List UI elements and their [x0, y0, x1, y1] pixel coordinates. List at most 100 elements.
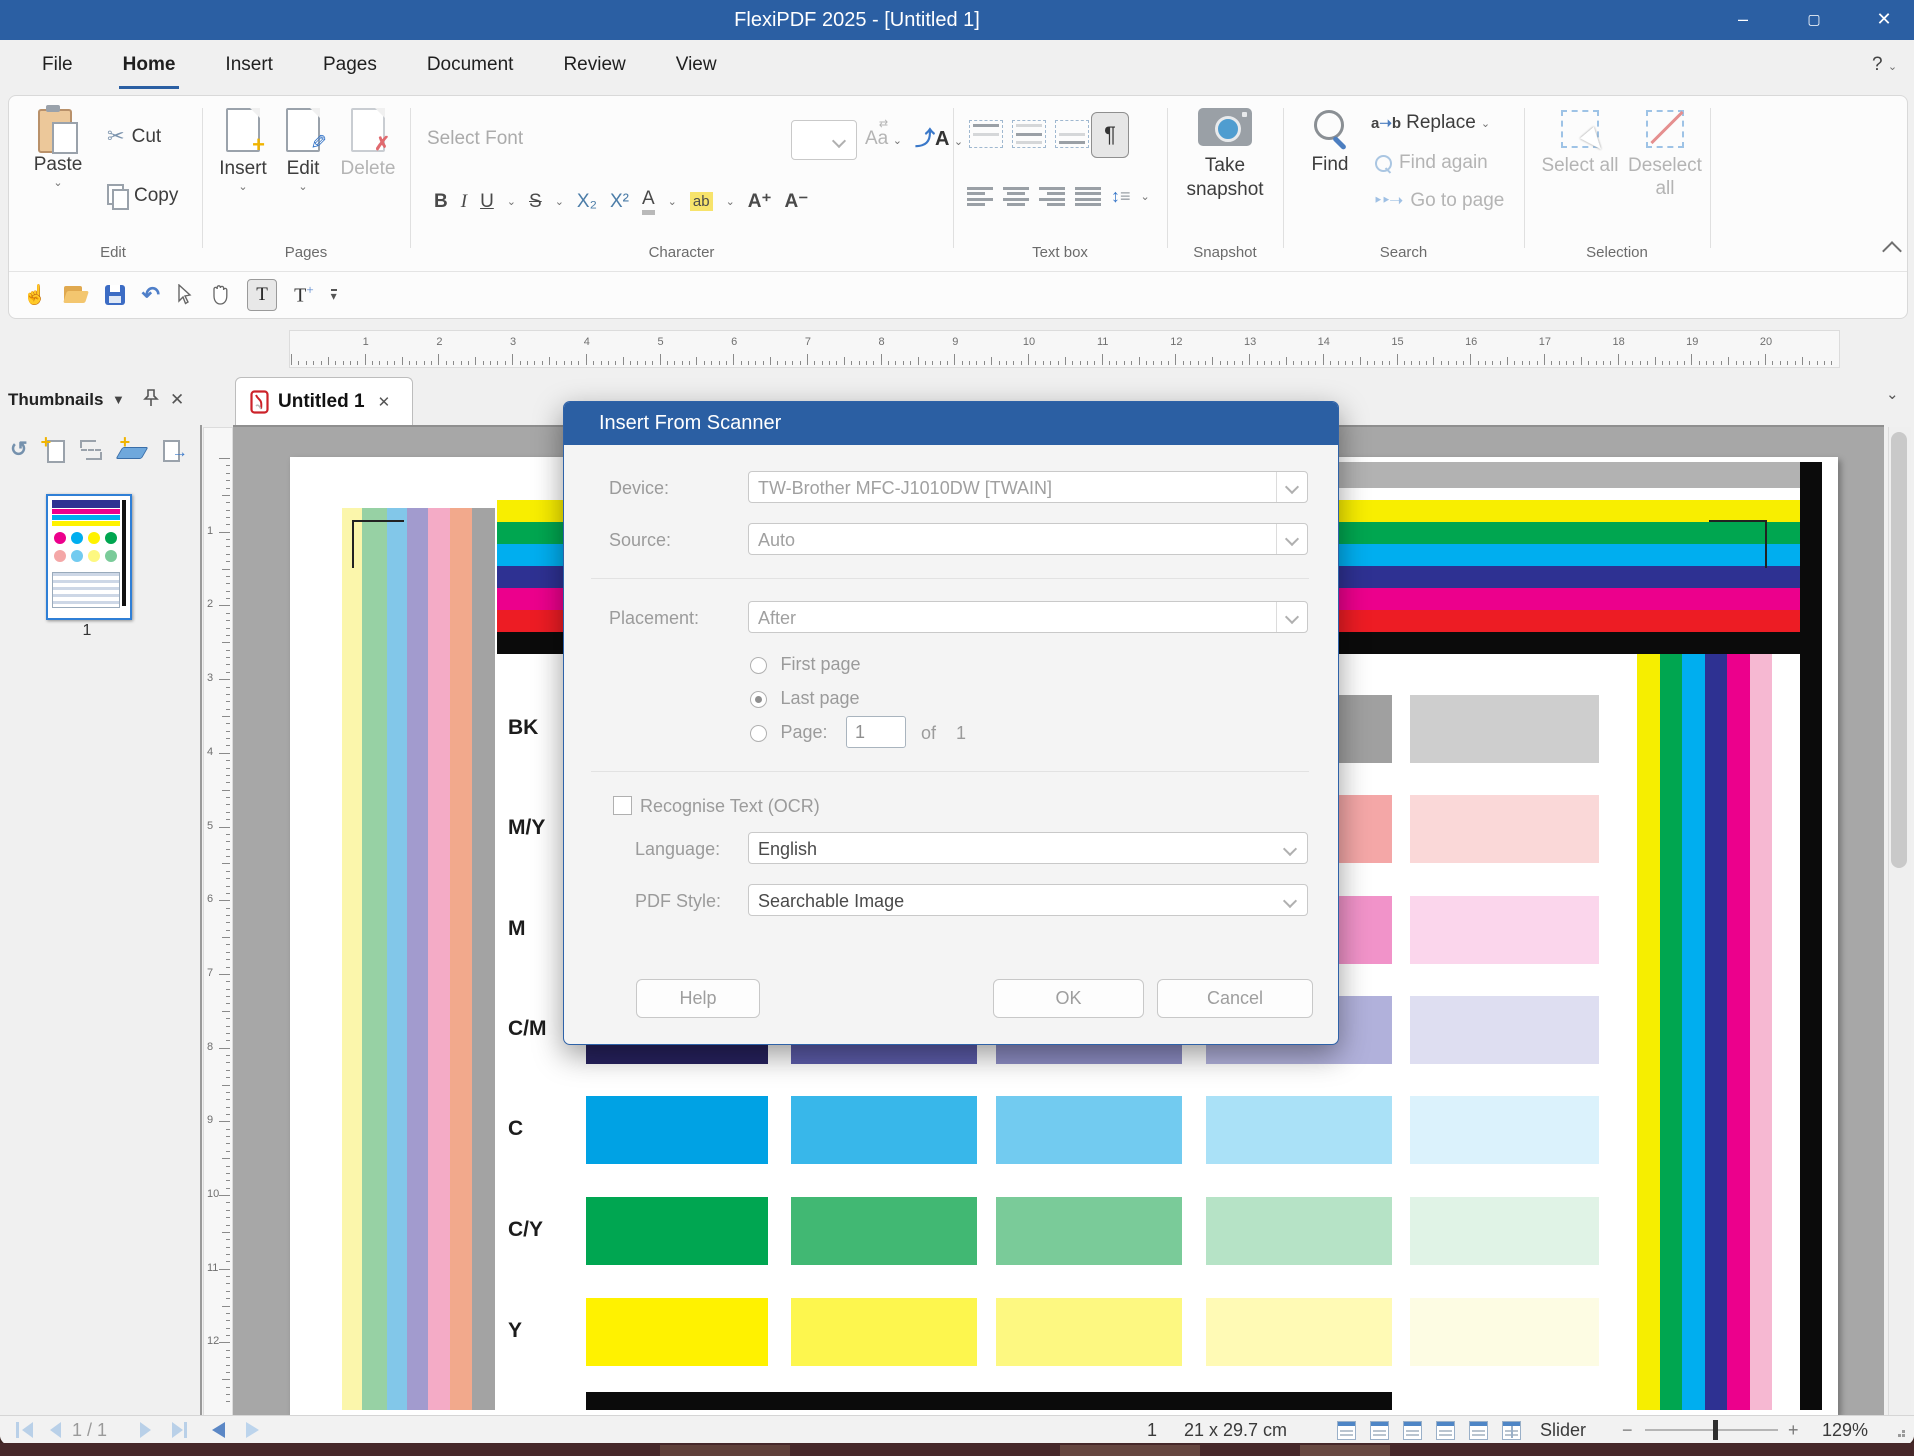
text-direction-button[interactable]: ⤴A ⌄	[915, 122, 963, 151]
menu-view[interactable]: View	[672, 54, 721, 89]
strikethrough-button[interactable]: S	[529, 191, 542, 213]
delete-page-button[interactable]: ✗ Delete	[335, 108, 401, 180]
font-size-field[interactable]	[791, 120, 857, 160]
highlight-button[interactable]: ab	[690, 192, 713, 211]
page-number-input[interactable]: 1	[846, 716, 906, 748]
add-text-tool-icon[interactable]: T+	[294, 282, 314, 308]
ocr-checkbox[interactable]	[613, 796, 632, 815]
align-center-icon[interactable]	[1003, 187, 1029, 207]
insert-page-button[interactable]: + Insert ⌄	[214, 108, 272, 193]
font-color-button[interactable]: A	[642, 188, 655, 215]
zoom-in-button[interactable]: +	[1788, 1420, 1799, 1441]
book-view-icon[interactable]	[1502, 1421, 1521, 1440]
collapse-ribbon-icon[interactable]	[1882, 241, 1902, 261]
page-radio[interactable]: Page:	[750, 722, 828, 746]
placement-select[interactable]: After	[748, 601, 1308, 633]
new-page-icon[interactable]: +	[44, 438, 64, 462]
scan-page-icon[interactable]: +	[118, 439, 146, 461]
align-middle-icon[interactable]	[1012, 120, 1046, 148]
deselect-all-button[interactable]: Deselect all	[1623, 110, 1707, 200]
panel-divider[interactable]	[200, 425, 202, 1415]
paste-button[interactable]: Paste ⌄	[27, 106, 89, 189]
take-snapshot-button[interactable]: Take snapshot	[1175, 108, 1275, 202]
help-menu[interactable]: ? ⌄	[1872, 54, 1897, 76]
save-icon[interactable]	[105, 285, 125, 305]
first-page-radio[interactable]: First page	[750, 654, 861, 678]
last-page-nav-icon[interactable]	[172, 1422, 183, 1438]
next-page-nav-icon[interactable]	[140, 1422, 151, 1438]
menu-pages[interactable]: Pages	[319, 54, 381, 89]
align-justify-icon[interactable]	[1075, 187, 1101, 207]
line-spacing-icon[interactable]: ↕≡	[1111, 186, 1131, 207]
font-name-field[interactable]: Select Font	[427, 128, 523, 150]
change-case-button[interactable]: ⇄ Aa ⌄	[865, 120, 902, 150]
select-all-button[interactable]: Select all	[1541, 110, 1619, 177]
help-button[interactable]: Help	[636, 979, 760, 1018]
menu-home[interactable]: Home	[119, 54, 180, 89]
bold-button[interactable]: B	[434, 191, 448, 213]
align-top-icon[interactable]	[969, 120, 1003, 148]
close-panel-icon[interactable]: ✕	[170, 390, 184, 410]
zoom-slider-handle[interactable]	[1713, 1420, 1718, 1440]
cut-button[interactable]: ✂ Cut	[107, 124, 161, 149]
subscript-button[interactable]: X₂	[577, 191, 597, 213]
actual-size-view-icon[interactable]	[1337, 1421, 1356, 1440]
scrollbar-thumb[interactable]	[1891, 432, 1907, 868]
menu-insert[interactable]: Insert	[221, 54, 277, 89]
minimize-button[interactable]: –	[1728, 6, 1758, 32]
text-tool-toggle[interactable]: T	[247, 279, 277, 311]
facing-pages-view-icon[interactable]	[1469, 1421, 1488, 1440]
pdf-style-select[interactable]: Searchable Image	[748, 884, 1308, 916]
edit-page-button[interactable]: ✎ Edit ⌄	[277, 108, 329, 193]
pin-icon[interactable]	[142, 388, 160, 413]
export-page-icon[interactable]: →	[162, 438, 186, 462]
first-page-nav-icon[interactable]	[22, 1422, 33, 1438]
previous-page-nav-icon[interactable]	[50, 1422, 61, 1438]
align-bottom-icon[interactable]	[1055, 120, 1089, 148]
split-page-icon[interactable]	[80, 440, 102, 460]
go-to-page-button[interactable]: ‣‣➝ Go to page	[1373, 190, 1504, 212]
cancel-button[interactable]: Cancel	[1157, 979, 1313, 1018]
last-page-radio[interactable]: Last page	[750, 688, 860, 712]
maximize-button[interactable]: ▢	[1799, 6, 1829, 32]
source-select[interactable]: Auto	[748, 523, 1308, 555]
document-tab[interactable]: Untitled 1 ✕	[235, 377, 413, 425]
cursor-icon[interactable]	[177, 284, 193, 306]
resize-grip-icon[interactable]	[1894, 1430, 1905, 1437]
show-paragraph-marks-toggle[interactable]: ¶	[1091, 112, 1129, 158]
find-again-button[interactable]: Find again	[1375, 152, 1488, 174]
menu-file[interactable]: File	[38, 54, 77, 89]
fit-width-view-icon[interactable]	[1370, 1421, 1389, 1440]
find-button[interactable]: Find	[1299, 108, 1361, 176]
ok-button[interactable]: OK	[993, 979, 1144, 1018]
language-select[interactable]: English	[748, 832, 1308, 864]
align-right-icon[interactable]	[1039, 187, 1065, 207]
rotate-page-icon[interactable]: ↺	[10, 437, 28, 462]
chevron-down-icon[interactable]: ▼	[112, 392, 125, 407]
dialog-title-bar[interactable]: Insert From Scanner	[564, 402, 1338, 445]
single-page-view-icon[interactable]	[1436, 1421, 1455, 1440]
italic-button[interactable]: I	[461, 191, 467, 213]
forward-view-icon[interactable]	[246, 1422, 259, 1438]
touch-mode-icon[interactable]: ☝	[23, 283, 47, 307]
undo-icon[interactable]: ↶	[142, 282, 160, 308]
close-tab-icon[interactable]: ✕	[378, 393, 391, 411]
menu-review[interactable]: Review	[559, 54, 629, 89]
zoom-out-button[interactable]: −	[1622, 1420, 1633, 1441]
open-folder-icon[interactable]	[64, 286, 88, 304]
back-view-icon[interactable]	[212, 1422, 225, 1438]
underline-button[interactable]: U	[480, 191, 494, 213]
device-select[interactable]: TW-Brother MFC-J1010DW [TWAIN]	[748, 471, 1308, 503]
menu-document[interactable]: Document	[423, 54, 518, 89]
zoom-slider-track[interactable]	[1645, 1429, 1778, 1431]
page-thumbnail[interactable]	[46, 494, 132, 620]
more-tools-icon[interactable]: ▾	[331, 289, 337, 301]
close-button[interactable]: ✕	[1869, 6, 1899, 32]
align-left-icon[interactable]	[967, 187, 993, 207]
grow-font-button[interactable]: A⁺	[748, 190, 772, 213]
superscript-button[interactable]: X²	[610, 191, 629, 213]
continuous-view-icon[interactable]	[1403, 1421, 1422, 1440]
replace-button[interactable]: a➝b Replace ⌄	[1371, 112, 1490, 134]
tab-list-icon[interactable]: ⌄	[1886, 385, 1899, 403]
shrink-font-button[interactable]: A⁻	[785, 190, 809, 213]
